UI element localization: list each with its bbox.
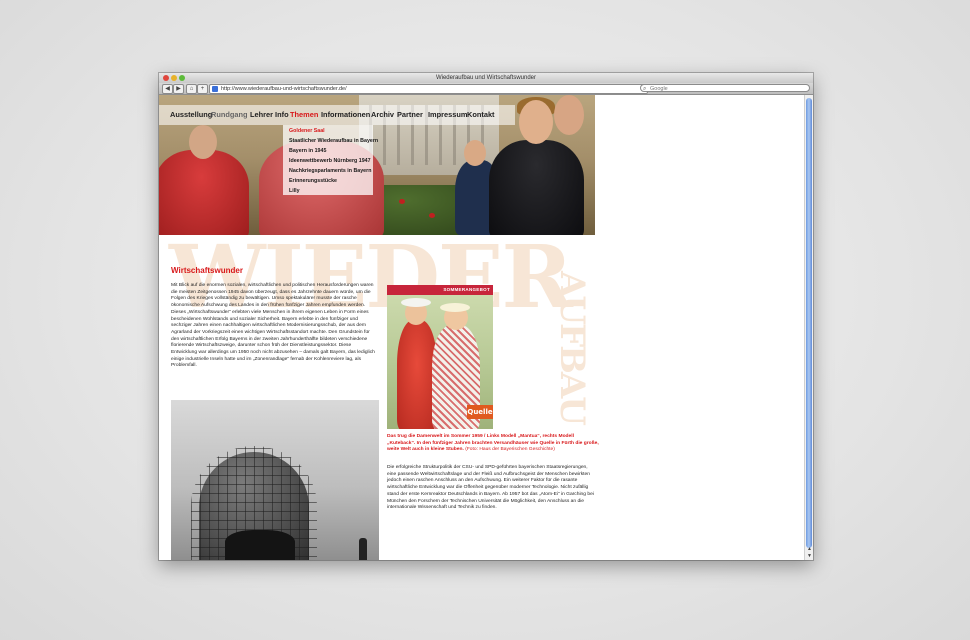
submenu-item[interactable]: Goldener Saal [289,128,325,134]
page-title: Wirtschaftswunder [171,266,243,275]
page-viewport: WIEDER AUFBAU Ausstellung Rundgang Lehre… [159,95,804,560]
address-bar[interactable]: http://www.wiederaufbau-und-wirtschaftsw… [209,84,648,94]
window-title: Wiederaufbau und Wirtschaftswunder [435,75,537,81]
submenu-item[interactable]: Bayern in 1945 [289,148,326,154]
caption-source: (Foto: Haus der Bayerischen Geschichte) [465,447,555,452]
submenu-item[interactable]: Staatlicher Wiederaufbau in Bayern [289,138,378,144]
atom-ei-photo [171,400,379,560]
nav-item-themen[interactable]: Themen [290,105,318,125]
browser-window: Wiederaufbau und Wirtschaftswunder ◀ ▶ ⌂… [159,73,813,560]
vertical-scrollbar[interactable]: ▲ ▼ [804,95,813,560]
submenu-item[interactable]: Erinnerungsstücke [289,178,337,184]
scroll-down-icon[interactable]: ▼ [805,553,813,559]
nav-item-kontakt[interactable]: Kontakt [467,105,495,125]
nav-item-lehrer-info[interactable]: Lehrer Info [250,105,289,125]
quelle-catalog-photo: SOMMERANGEBOT Quelle [387,285,493,429]
forward-arrow-icon[interactable]: ▶ [173,84,184,94]
article-paragraph-1: Mit Blick auf die enormen sozialen, wirt… [171,283,375,369]
nav-item-informationen[interactable]: Informationen [321,105,370,125]
nav-item-partner[interactable]: Partner [397,105,423,125]
quelle-logo: Quelle [467,405,493,419]
submenu-item[interactable]: Nachkriegsparlaments in Bayern [289,168,371,174]
site-favicon-icon [212,86,218,92]
home-icon[interactable]: ⌂ [186,84,197,94]
nav-item-rundgang[interactable]: Rundgang [211,105,248,125]
photo-caption: Das trug die Damenwelt im Sommer 1959 / … [387,434,599,454]
nav-item-ausstellung[interactable]: Ausstellung [170,105,212,125]
url-text: http://www.wiederaufbau-und-wirtschaftsw… [221,86,347,92]
nav-item-archiv[interactable]: Archiv [371,105,394,125]
scrollbar-thumb[interactable] [806,98,812,548]
search-input[interactable]: ⌕ Google [640,84,810,92]
scroll-up-icon[interactable]: ▲ [805,546,813,552]
nav-item-impressum[interactable]: Impressum [428,105,467,125]
article-paragraph-2: Die erfolgreiche Strukturpolitik der CSU… [387,465,594,511]
search-placeholder: Google [650,86,668,92]
submenu-item[interactable]: Lilly [289,188,300,194]
submenu-item[interactable]: Ideenwettbewerb Nürnberg 1947 [289,158,371,164]
search-icon: ⌕ [643,86,647,92]
watermark-line2: AUFBAU [552,271,592,424]
browser-toolbar: ◀ ▶ ⌂ + http://www.wiederaufbau-und-wirt… [159,83,813,95]
back-arrow-icon[interactable]: ◀ [162,84,173,94]
themen-submenu: Goldener Saal Staatlicher Wiederaufbau i… [283,125,378,195]
plus-icon[interactable]: + [197,84,208,94]
main-navigation: Ausstellung Rundgang Lehrer Info Themen … [159,105,515,125]
catalog-banner: SOMMERANGEBOT [387,285,493,295]
